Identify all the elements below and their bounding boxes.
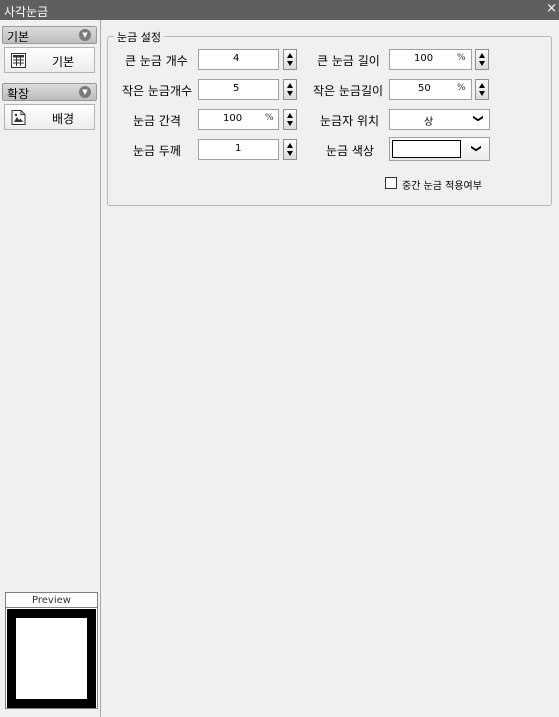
title-bar: 사각눈금 × [0, 0, 559, 20]
spin-down-icon[interactable] [287, 91, 293, 96]
minor-length-value: 50 [418, 83, 431, 94]
preview-title: Preview [6, 593, 97, 608]
major-count-label: 큰 눈금 개수 [125, 54, 188, 68]
spin-up-icon[interactable] [479, 83, 485, 88]
interval-input[interactable]: 100 % [198, 109, 279, 130]
color-swatch [392, 140, 461, 158]
ruler-position-select[interactable]: 상 ❯ [389, 109, 490, 130]
spin-down-icon[interactable] [287, 121, 293, 126]
chevron-down-icon[interactable]: ❯ [471, 144, 482, 152]
sidebar-section-label: 확장 [7, 87, 30, 101]
preview-frame [7, 609, 96, 708]
grid-table-icon [11, 53, 26, 68]
minor-length-spinner[interactable] [475, 79, 489, 100]
group-title: 눈금 설정 [114, 29, 164, 45]
sidebar: 기본 ▼ 기본 확장 ▼ 배경 Preview [0, 20, 101, 717]
minor-length-input[interactable]: 50 % [389, 79, 472, 100]
sidebar-section-basic[interactable]: 기본 ▼ [2, 26, 97, 44]
sidebar-item-basic[interactable]: 기본 [4, 47, 95, 73]
major-count-spinner[interactable] [283, 49, 297, 70]
major-count-input[interactable]: 4 [198, 49, 279, 70]
sidebar-item-label: 배경 [52, 112, 75, 126]
middle-tick-label: 중간 눈금 적용여부 [402, 181, 482, 192]
spin-up-icon[interactable] [287, 143, 293, 148]
interval-spinner[interactable] [283, 109, 297, 130]
thickness-spinner[interactable] [283, 139, 297, 160]
chevron-down-icon[interactable]: ❯ [473, 114, 484, 122]
thickness-input[interactable]: 1 [198, 139, 279, 160]
interval-value: 100 [223, 113, 243, 124]
preview-canvas [16, 618, 87, 699]
background-image-icon [11, 110, 26, 125]
color-picker-button[interactable]: ❯ [389, 137, 490, 161]
percent-unit: % [265, 113, 274, 123]
interval-label: 눈금 간격 [133, 114, 181, 128]
sidebar-item-background[interactable]: 배경 [4, 104, 95, 130]
major-length-value: 100 [414, 53, 434, 64]
middle-tick-checkbox[interactable] [385, 177, 397, 189]
percent-unit: % [457, 53, 466, 63]
spin-up-icon[interactable] [287, 113, 293, 118]
minor-length-label: 작은 눈금길이 [313, 84, 384, 98]
spin-up-icon[interactable] [287, 53, 293, 58]
spin-up-icon[interactable] [287, 83, 293, 88]
major-length-spinner[interactable] [475, 49, 489, 70]
minor-count-spinner[interactable] [283, 79, 297, 100]
sidebar-item-label: 기본 [52, 55, 75, 69]
spin-down-icon[interactable] [479, 61, 485, 66]
spin-down-icon[interactable] [479, 91, 485, 96]
major-length-label: 큰 눈금 길이 [317, 54, 380, 68]
major-count-value: 4 [233, 53, 240, 64]
thickness-value: 1 [235, 143, 242, 154]
thickness-label: 눈금 두께 [133, 144, 181, 158]
percent-unit: % [457, 83, 466, 93]
minor-count-value: 5 [233, 83, 240, 94]
sidebar-section-extended[interactable]: 확장 ▼ [2, 83, 97, 101]
minor-count-input[interactable]: 5 [198, 79, 279, 100]
major-length-input[interactable]: 100 % [389, 49, 472, 70]
ruler-position-value: 상 [424, 117, 434, 128]
ruler-position-label: 눈금자 위치 [320, 114, 380, 128]
chevron-down-icon[interactable]: ▼ [79, 86, 91, 98]
spin-up-icon[interactable] [479, 53, 485, 58]
close-icon[interactable]: × [546, 1, 557, 16]
window-title: 사각눈금 [4, 5, 49, 19]
spin-down-icon[interactable] [287, 61, 293, 66]
color-label: 눈금 색상 [326, 144, 374, 158]
spin-down-icon[interactable] [287, 151, 293, 156]
minor-count-label: 작은 눈금개수 [122, 84, 193, 98]
preview-panel: Preview [5, 592, 98, 709]
chevron-down-icon[interactable]: ▼ [79, 29, 91, 41]
sidebar-section-label: 기본 [7, 30, 30, 44]
